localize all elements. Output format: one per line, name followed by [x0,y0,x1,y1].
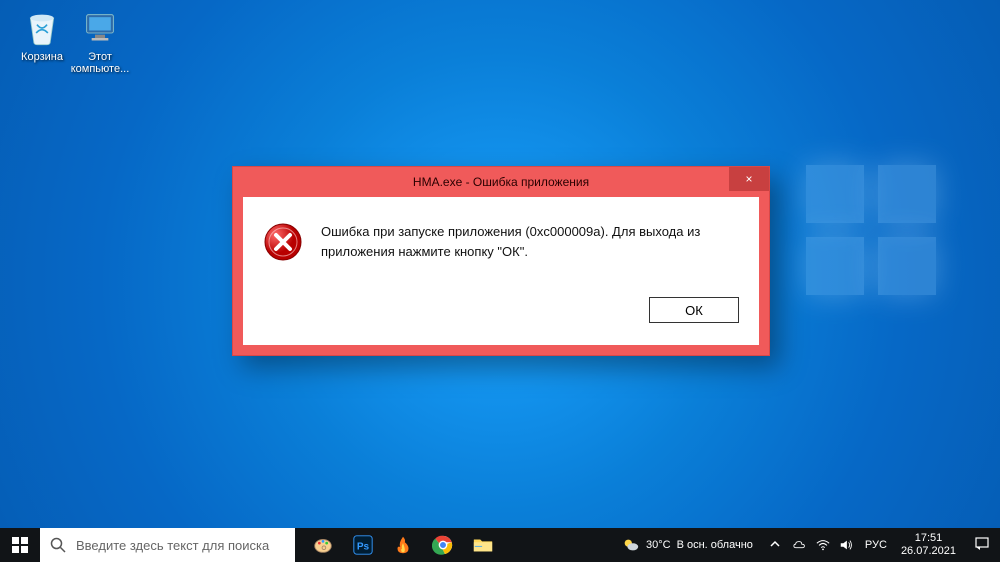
taskbar-app-explorer[interactable] [463,528,503,562]
weather-icon [622,536,640,554]
desktop[interactable]: Корзина Этот компьюте... HMA.exe - Ошибк… [0,0,1000,562]
chevron-up-icon [769,538,781,550]
taskbar: Введите здесь текст для поиска Ps 30°C [0,528,1000,562]
taskbar-app-flame[interactable] [383,528,423,562]
taskbar-apps: Ps [303,528,503,562]
windows-icon [12,537,28,553]
recycle-bin-label: Корзина [12,51,72,63]
this-pc-label: Этот компьюте... [70,51,130,75]
start-button[interactable] [0,528,40,562]
close-icon: × [745,172,752,186]
weather-cond: В осн. облачно [677,539,753,551]
taskbar-app-chrome[interactable] [423,528,463,562]
weather-temp: 30°C [646,539,671,551]
taskbar-app-paint[interactable] [303,528,343,562]
volume-tray-icon[interactable] [839,538,853,552]
language-indicator[interactable]: РУС [859,539,893,551]
search-icon [50,537,66,553]
svg-text:Ps: Ps [357,542,370,553]
onedrive-tray-icon[interactable] [793,538,807,552]
ok-button[interactable]: ОК [649,297,739,323]
error-dialog: HMA.exe - Ошибка приложения × Ошибка при… [232,166,770,356]
error-message: Ошибка при запуске приложения (0xc000009… [321,222,739,262]
wifi-tray-icon[interactable] [816,538,830,552]
windows-logo-background [806,165,936,295]
clock-time: 17:51 [901,532,956,545]
dialog-body: Ошибка при запуске приложения (0xc000009… [243,197,759,345]
search-input[interactable]: Введите здесь текст для поиска [40,528,295,562]
dialog-titlebar[interactable]: HMA.exe - Ошибка приложения × [233,167,769,197]
taskbar-app-photoshop[interactable]: Ps [343,528,383,562]
recycle-bin-icon[interactable]: Корзина [12,8,72,63]
dialog-title: HMA.exe - Ошибка приложения [413,175,589,189]
tray-overflow-button[interactable] [763,538,787,553]
clock[interactable]: 17:51 26.07.2021 [893,532,964,558]
search-placeholder: Введите здесь текст для поиска [76,538,269,553]
clock-date: 26.07.2021 [901,545,956,558]
error-icon [263,222,303,262]
system-tray: 30°C В осн. облачно РУС 17:51 26.07.2021 [612,528,1000,562]
close-button[interactable]: × [729,167,769,191]
weather-widget[interactable]: 30°C В осн. облачно [612,536,763,554]
action-center-button[interactable] [964,536,1000,555]
notification-icon [974,536,990,552]
this-pc-icon[interactable]: Этот компьюте... [70,8,130,75]
